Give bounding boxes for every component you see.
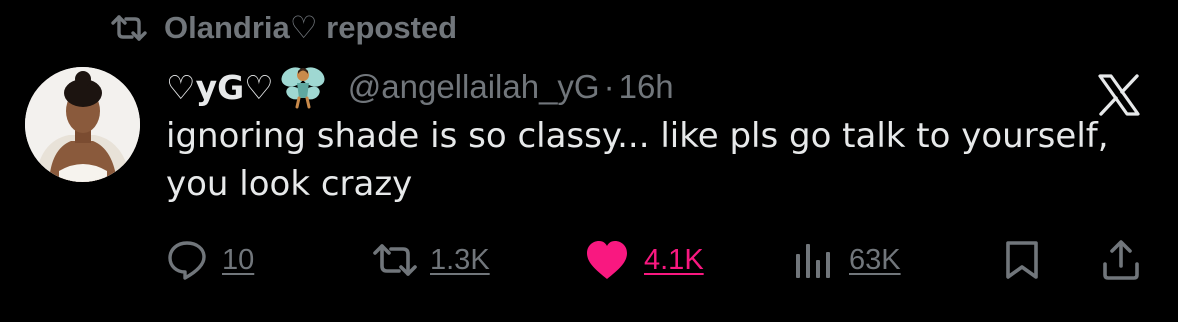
avatar-image: [25, 67, 140, 182]
action-bar: 10 1.3K 4.1K 63K: [0, 232, 1178, 288]
share-button[interactable]: [1099, 232, 1143, 288]
views-count[interactable]: 63K: [849, 244, 901, 277]
bookmark-icon: [1002, 239, 1042, 281]
avatar[interactable]: [25, 67, 140, 182]
reply-icon: [166, 239, 208, 281]
heart-icon: [584, 239, 630, 281]
separator-dot: ·: [603, 68, 615, 105]
views-button[interactable]: 63K: [793, 232, 901, 288]
reply-button[interactable]: 10: [166, 232, 254, 288]
repost-icon: [110, 11, 150, 45]
like-count[interactable]: 4.1K: [644, 244, 704, 277]
repost-text[interactable]: Olandria♡ reposted: [164, 10, 457, 46]
retweet-count[interactable]: 1.3K: [430, 244, 490, 277]
timestamp[interactable]: 16h: [619, 68, 674, 106]
views-icon: [793, 240, 835, 280]
retweet-icon: [372, 242, 418, 278]
like-button[interactable]: 4.1K: [584, 232, 704, 288]
tweet-header: ♡yG♡ @angellailah_yG · 16h: [166, 64, 674, 110]
display-name[interactable]: ♡yG♡: [166, 68, 274, 107]
tweet-text: ignoring shade is so classy... like pls …: [166, 116, 1109, 204]
reply-count[interactable]: 10: [222, 244, 254, 277]
fairy-emoji-icon: [280, 65, 326, 109]
user-handle[interactable]: @angellailah_yG: [348, 68, 600, 106]
bookmark-button[interactable]: [1002, 232, 1042, 288]
repost-indicator[interactable]: Olandria♡ reposted: [110, 8, 457, 48]
share-icon: [1099, 238, 1143, 282]
retweet-button[interactable]: 1.3K: [372, 232, 490, 288]
